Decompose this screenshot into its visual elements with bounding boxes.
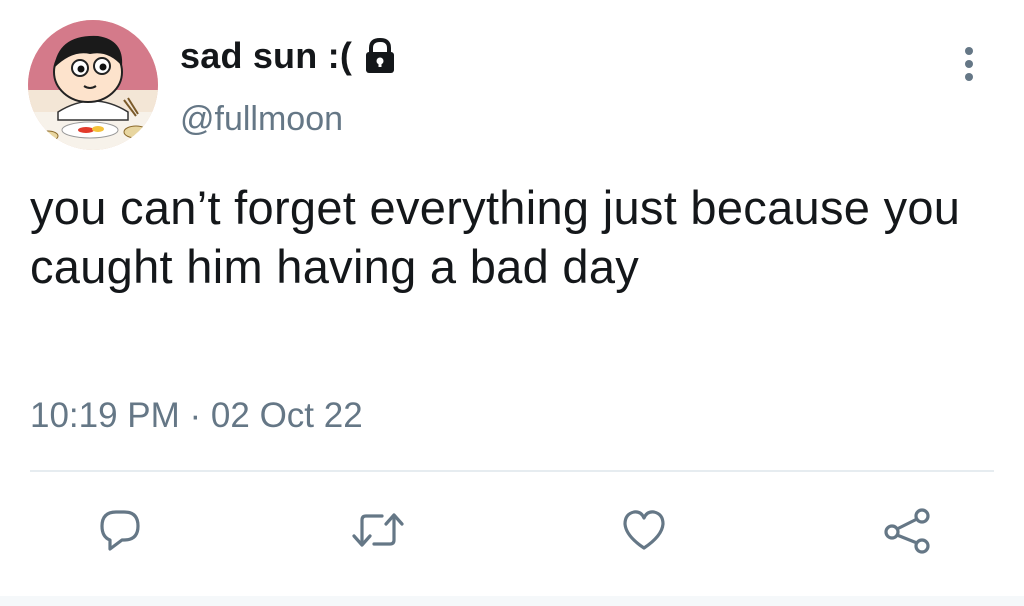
- reply-icon: [100, 510, 140, 551]
- bottom-border: [0, 596, 1024, 606]
- tweet-card: sad sun :( @fullmoon you can’t forget ev…: [0, 0, 1024, 606]
- tweet-timestamp[interactable]: 10:19 PM · 02 Oct 22: [30, 396, 363, 436]
- retweet-button[interactable]: [350, 502, 406, 558]
- divider: [30, 470, 994, 472]
- like-button[interactable]: [616, 502, 672, 558]
- more-vertical-icon[interactable]: [955, 44, 983, 84]
- share-icon: [884, 508, 930, 554]
- tweet-text: you can’t forget everything just because…: [30, 181, 961, 293]
- avatar[interactable]: [28, 20, 158, 150]
- display-name[interactable]: sad sun :(: [180, 35, 352, 77]
- lock-icon: [360, 36, 400, 76]
- share-button[interactable]: [880, 502, 936, 558]
- retweet-icon: [352, 513, 404, 547]
- display-name-row: sad sun :(: [180, 32, 400, 80]
- heart-icon: [623, 510, 665, 550]
- avatar-image: [28, 20, 158, 150]
- user-handle[interactable]: @fullmoon: [180, 100, 343, 139]
- reply-button[interactable]: [92, 502, 148, 558]
